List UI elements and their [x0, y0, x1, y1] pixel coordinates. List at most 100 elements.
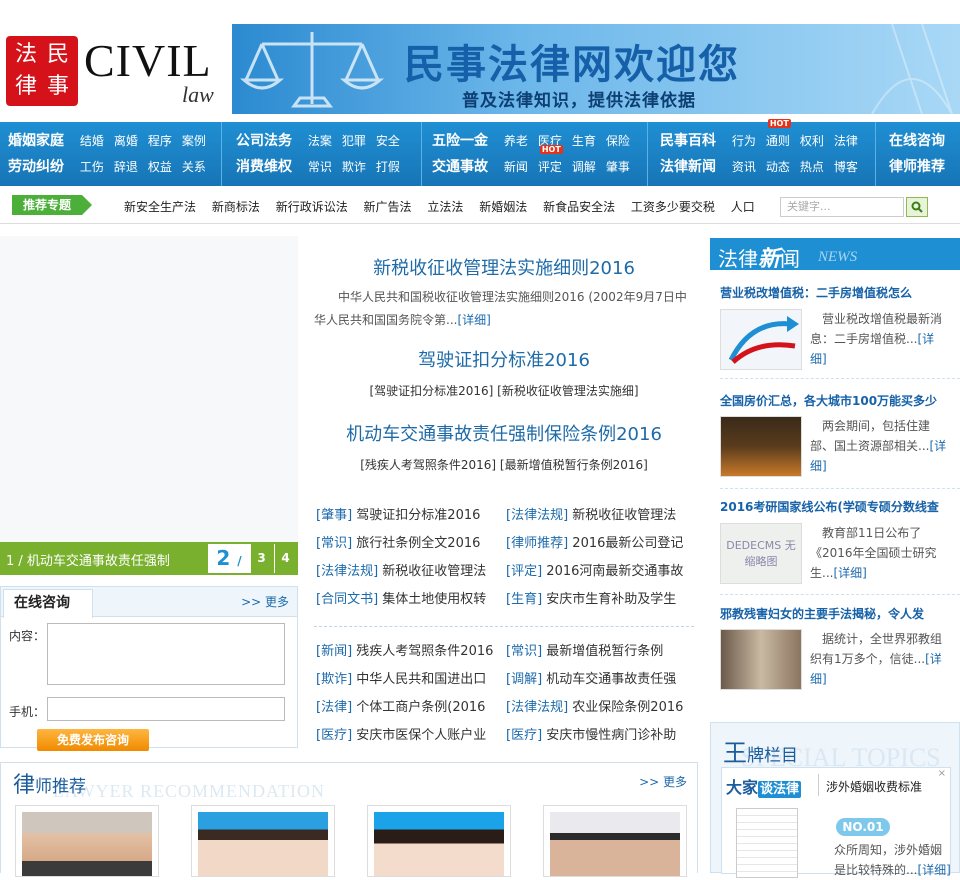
nav-main-link[interactable]: 劳动纠纷	[8, 154, 64, 180]
nav-sub-link[interactable]: 权益	[148, 154, 172, 180]
topic-link[interactable]: 工资多少要交税	[631, 200, 715, 214]
consult-more-link[interactable]: >> 更多	[241, 593, 289, 610]
topic-link[interactable]: 新安全生产法	[124, 200, 196, 214]
detail-link[interactable]: [详细]	[457, 313, 490, 327]
nav-sub-link[interactable]: 常识	[308, 154, 332, 180]
headline-title[interactable]: 机动车交通事故责任强制保险条例2016	[314, 420, 694, 446]
lawyer-photo[interactable]	[15, 805, 159, 877]
nav-sub-link[interactable]: 离婚	[114, 128, 138, 154]
detail-link[interactable]: [详细]	[833, 566, 866, 580]
nav-sub-link[interactable]: 资讯	[732, 154, 756, 180]
list-item[interactable]: [生育] 安庆市生育补助及学生	[506, 586, 690, 614]
list-item[interactable]: [常识] 旅行社条例全文2016	[316, 530, 500, 558]
list-item[interactable]: [法律] 个体工商户条例(2016	[316, 694, 500, 722]
nav-sub-link[interactable]: 养老	[504, 128, 528, 154]
nav-sub-link[interactable]: 保险	[606, 128, 630, 154]
list-item[interactable]: [评定] 2016河南最新交通事故	[506, 558, 690, 586]
list-item[interactable]: [医疗] 安庆市慢性病门诊补助	[506, 722, 690, 750]
topic-link[interactable]: 新广告法	[364, 200, 412, 214]
topic-link[interactable]: 新食品安全法	[543, 200, 615, 214]
search-input[interactable]: 关键字...	[780, 197, 904, 217]
nav-main-link[interactable]: 五险一金	[432, 128, 488, 154]
nav-sub-link[interactable]: 关系	[182, 154, 206, 180]
phone-input[interactable]	[47, 697, 285, 721]
list-item[interactable]: [常识] 最新增值税暂行条例	[506, 638, 690, 666]
news-thumbnail[interactable]	[720, 416, 802, 477]
topic-link[interactable]: 新婚姻法	[479, 200, 527, 214]
nav-sub-link-hot[interactable]: HOT 通则	[766, 119, 791, 154]
nav-sub-link[interactable]: 辞退	[114, 154, 138, 180]
nav-sub-link[interactable]: 调解	[572, 154, 596, 180]
list-item[interactable]: [新闻] 残疾人考驾照条件2016	[316, 638, 500, 666]
news-item-title[interactable]: 2016考研国家线公布(学硕专硕分数线查	[720, 498, 960, 515]
nav-sub-link[interactable]: 打假	[376, 154, 400, 180]
nav-main-link[interactable]: 法律新闻	[660, 154, 716, 180]
nav-main-link[interactable]: 消费维权	[236, 154, 292, 180]
topic-link[interactable]: 涉外婚姻收费标准	[826, 778, 922, 795]
topic-link[interactable]: 新行政诉讼法	[276, 200, 348, 214]
news-thumbnail-placeholder[interactable]: DEDECMS 无缩略图	[720, 523, 802, 584]
nav-sub-link[interactable]: 权利	[800, 128, 824, 154]
headline-title[interactable]: 新税收征收管理法实施细则2016	[314, 254, 694, 280]
list-item[interactable]: [调解] 机动车交通事故责任强	[506, 666, 690, 694]
site-logo[interactable]: 法民 律事	[6, 36, 78, 106]
nav-sub-link[interactable]: 动态	[766, 154, 790, 180]
nav-main-link[interactable]: 交通事故	[432, 154, 488, 180]
list-item[interactable]: [肇事] 驾驶证扣分标准2016	[316, 502, 500, 530]
headline-title[interactable]: 驾驶证扣分标准2016	[314, 346, 694, 372]
nav-sub-link[interactable]: 新闻	[504, 154, 528, 180]
nav-sub-link[interactable]: 结婚	[80, 128, 104, 154]
headline-related-links[interactable]: [驾驶证扣分标准2016] [新税收征收管理法实施细]	[314, 382, 694, 399]
news-thumbnail[interactable]	[720, 629, 802, 690]
list-item[interactable]: [合同文书] 集体土地使用权转	[316, 586, 500, 614]
nav-sub-link[interactable]: 热点	[800, 154, 824, 180]
slide-page-3[interactable]: 3	[250, 544, 272, 573]
nav-sub-link[interactable]: 博客	[834, 154, 858, 180]
detail-link[interactable]: [详细]	[917, 863, 950, 877]
nav-sub-link[interactable]: 案例	[182, 128, 206, 154]
headline-related-links[interactable]: [残疾人考驾照条件2016] [最新增值税暂行条例2016]	[314, 456, 694, 473]
consult-tab[interactable]: 在线咨询	[3, 589, 93, 618]
document-thumbnail[interactable]	[736, 808, 798, 878]
nav-main-link[interactable]: 民事百科	[660, 128, 716, 154]
news-thumbnail[interactable]	[720, 309, 802, 370]
nav-main-link[interactable]: 律师推荐	[889, 154, 945, 180]
topic-link[interactable]: 立法法	[427, 200, 463, 214]
nav-sub-link-hot[interactable]: HOT 评定	[538, 145, 563, 180]
list-item[interactable]: [律师推荐] 2016最新公司登记	[506, 530, 690, 558]
featured-topic-card[interactable]: × 大家 谈法律 涉外婚姻收费标准 NO.01 众所周知，涉外婚姻是比较特殊的..…	[721, 767, 951, 878]
news-item-title[interactable]: 营业税改增值税：二手房增值税怎么	[720, 284, 960, 301]
lawyer-photo[interactable]	[367, 805, 511, 877]
content-textarea[interactable]	[47, 623, 285, 685]
nav-sub-link[interactable]: 工伤	[80, 154, 104, 180]
lawyer-more-link[interactable]: >> 更多	[639, 773, 687, 790]
nav-sub-link[interactable]: 程序	[148, 128, 172, 154]
slide-page-4[interactable]: 4	[274, 544, 296, 573]
nav-main-link[interactable]: 婚姻家庭	[8, 128, 64, 154]
slideshow-image[interactable]	[0, 236, 298, 542]
slide-page-2[interactable]: 2 /	[208, 544, 250, 573]
submit-consult-button[interactable]: 免费发布咨询	[37, 729, 149, 751]
nav-sub-link[interactable]: 欺诈	[342, 154, 366, 180]
topic-link[interactable]: 新商标法	[212, 200, 260, 214]
close-icon[interactable]: ×	[938, 768, 946, 779]
search-button[interactable]	[906, 197, 928, 217]
nav-sub-link[interactable]: 行为	[732, 128, 756, 154]
nav-sub-link[interactable]: 肇事	[606, 154, 630, 180]
list-item[interactable]: [欺诈] 中华人民共和国进出口	[316, 666, 500, 694]
news-item-title[interactable]: 邪教残害妇女的主要手法揭秘，令人发	[720, 605, 960, 622]
nav-sub-link[interactable]: 生育	[572, 128, 596, 154]
list-item[interactable]: [法律法规] 农业保险条例2016	[506, 694, 690, 722]
list-item[interactable]: [法律法规] 新税收征收管理法	[506, 502, 690, 530]
nav-sub-link[interactable]: 犯罪	[342, 128, 366, 154]
news-item-title[interactable]: 全国房价汇总，各大城市100万能买多少	[720, 392, 960, 409]
nav-main-link[interactable]: 在线咨询	[889, 128, 945, 154]
lawyer-photo[interactable]	[543, 805, 687, 877]
list-item[interactable]: [法律法规] 新税收征收管理法	[316, 558, 500, 586]
list-item[interactable]: [医疗] 安庆市医保个人账户业	[316, 722, 500, 750]
lawyer-photo[interactable]	[191, 805, 335, 877]
topic-link[interactable]: 人口	[731, 200, 755, 214]
nav-main-link[interactable]: 公司法务	[236, 128, 292, 154]
nav-sub-link[interactable]: 法案	[308, 128, 332, 154]
slide-caption[interactable]: 1 / 机动车交通事故责任强制	[6, 550, 170, 569]
